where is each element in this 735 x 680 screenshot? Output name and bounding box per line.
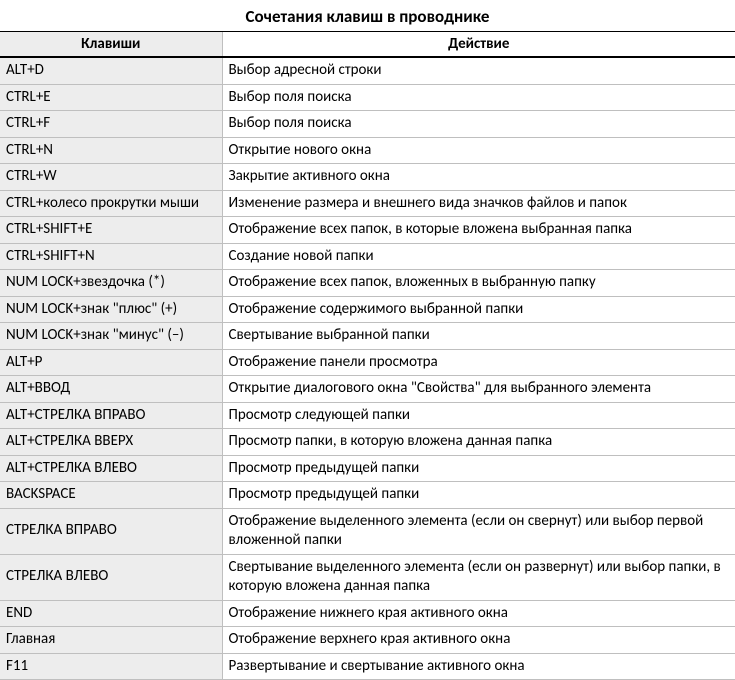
table-header-row: Клавиши Действие: [0, 32, 735, 58]
shortcut-key: СТРЕЛКА ВЛЕВО: [0, 554, 222, 600]
table-title: Сочетания клавиш в проводнике: [0, 0, 735, 32]
shortcut-action: Свертывание выделенного элемента (если о…: [222, 554, 735, 600]
shortcut-key: F11: [0, 653, 222, 680]
shortcut-action: Выбор поля поиска: [222, 111, 735, 138]
shortcut-action: Отображение нижнего края активного окна: [222, 600, 735, 627]
shortcut-action: Создание новой папки: [222, 243, 735, 270]
shortcut-key: СТРЕЛКА ВПРАВО: [0, 508, 222, 554]
shortcut-key: ALT+D: [0, 57, 222, 84]
shortcut-action: Просмотр следующей папки: [222, 402, 735, 429]
table-row: NUM LOCK+знак "плюс" (+)Отображение соде…: [0, 296, 735, 323]
shortcut-action: Отображение верхнего края активного окна: [222, 627, 735, 654]
shortcut-key: END: [0, 600, 222, 627]
table-row: ALT+PОтображение панели просмотра: [0, 349, 735, 376]
table-row: ALT+СТРЕЛКА ВЛЕВОПросмотр предыдущей пап…: [0, 455, 735, 482]
shortcut-action: Просмотр предыдущей папки: [222, 482, 735, 509]
shortcut-key: ALT+P: [0, 349, 222, 376]
shortcut-action: Изменение размера и внешнего вида значко…: [222, 190, 735, 217]
table-row: CTRL+FВыбор поля поиска: [0, 111, 735, 138]
shortcut-key: Главная: [0, 627, 222, 654]
shortcut-action: Выбор поля поиска: [222, 84, 735, 111]
table-title-row: Сочетания клавиш в проводнике: [0, 0, 735, 32]
shortcut-key: CTRL+SHIFT+E: [0, 217, 222, 244]
table-row: CTRL+WЗакрытие активного окна: [0, 164, 735, 191]
shortcuts-table: Сочетания клавиш в проводнике Клавиши Де…: [0, 0, 735, 680]
table-row: СТРЕЛКА ВПРАВООтображение выделенного эл…: [0, 508, 735, 554]
shortcut-key: ALT+СТРЕЛКА ВВЕРХ: [0, 429, 222, 456]
shortcut-action: Отображение содержимого выбранной папки: [222, 296, 735, 323]
table-row: CTRL+SHIFT+NСоздание новой папки: [0, 243, 735, 270]
shortcut-action: Отображение всех папок, в которые вложен…: [222, 217, 735, 244]
table-row: CTRL+EВыбор поля поиска: [0, 84, 735, 111]
shortcut-action: Открытие нового окна: [222, 137, 735, 164]
shortcut-action: Закрытие активного окна: [222, 164, 735, 191]
shortcut-key: ALT+ВВОД: [0, 376, 222, 403]
shortcut-action: Свертывание выбранной папки: [222, 323, 735, 350]
shortcut-action: Отображение выделенного элемента (если о…: [222, 508, 735, 554]
shortcut-key: BACKSPACE: [0, 482, 222, 509]
table-row: ENDОтображение нижнего края активного ок…: [0, 600, 735, 627]
table-row: CTRL+колесо прокрутки мышиИзменение разм…: [0, 190, 735, 217]
shortcut-action: Просмотр предыдущей папки: [222, 455, 735, 482]
table-row: ГлавнаяОтображение верхнего края активно…: [0, 627, 735, 654]
table-row: СТРЕЛКА ВЛЕВОСвертывание выделенного эле…: [0, 554, 735, 600]
table-row: ALT+ВВОДОткрытие диалогового окна "Свойс…: [0, 376, 735, 403]
shortcut-key: CTRL+F: [0, 111, 222, 138]
table-row: F11Развертывание и свертывание активного…: [0, 653, 735, 680]
table-row: CTRL+NОткрытие нового окна: [0, 137, 735, 164]
shortcut-key: CTRL+E: [0, 84, 222, 111]
shortcut-action: Отображение всех папок, вложенных в выбр…: [222, 270, 735, 297]
shortcut-action: Просмотр папки, в которую вложена данная…: [222, 429, 735, 456]
shortcut-key: NUM LOCK+звездочка (*): [0, 270, 222, 297]
shortcut-key: ALT+СТРЕЛКА ВПРАВО: [0, 402, 222, 429]
table-row: ALT+СТРЕЛКА ВВЕРХПросмотр папки, в котор…: [0, 429, 735, 456]
shortcut-action: Выбор адресной строки: [222, 57, 735, 84]
table-row: CTRL+SHIFT+EОтображение всех папок, в ко…: [0, 217, 735, 244]
table-row: NUM LOCK+знак "минус" (–)Свертывание выб…: [0, 323, 735, 350]
shortcut-action: Открытие диалогового окна "Свойства" для…: [222, 376, 735, 403]
shortcut-key: CTRL+SHIFT+N: [0, 243, 222, 270]
table-row: NUM LOCK+звездочка (*)Отображение всех п…: [0, 270, 735, 297]
shortcut-key: NUM LOCK+знак "плюс" (+): [0, 296, 222, 323]
header-keys: Клавиши: [0, 32, 222, 58]
shortcut-key: NUM LOCK+знак "минус" (–): [0, 323, 222, 350]
shortcut-action: Развертывание и свертывание активного ок…: [222, 653, 735, 680]
header-action: Действие: [222, 32, 735, 58]
shortcut-key: CTRL+W: [0, 164, 222, 191]
shortcut-key: ALT+СТРЕЛКА ВЛЕВО: [0, 455, 222, 482]
table-row: ALT+DВыбор адресной строки: [0, 57, 735, 84]
table-row: BACKSPACEПросмотр предыдущей папки: [0, 482, 735, 509]
shortcut-key: CTRL+колесо прокрутки мыши: [0, 190, 222, 217]
table-row: ALT+СТРЕЛКА ВПРАВОПросмотр следующей пап…: [0, 402, 735, 429]
shortcut-key: CTRL+N: [0, 137, 222, 164]
shortcut-action: Отображение панели просмотра: [222, 349, 735, 376]
